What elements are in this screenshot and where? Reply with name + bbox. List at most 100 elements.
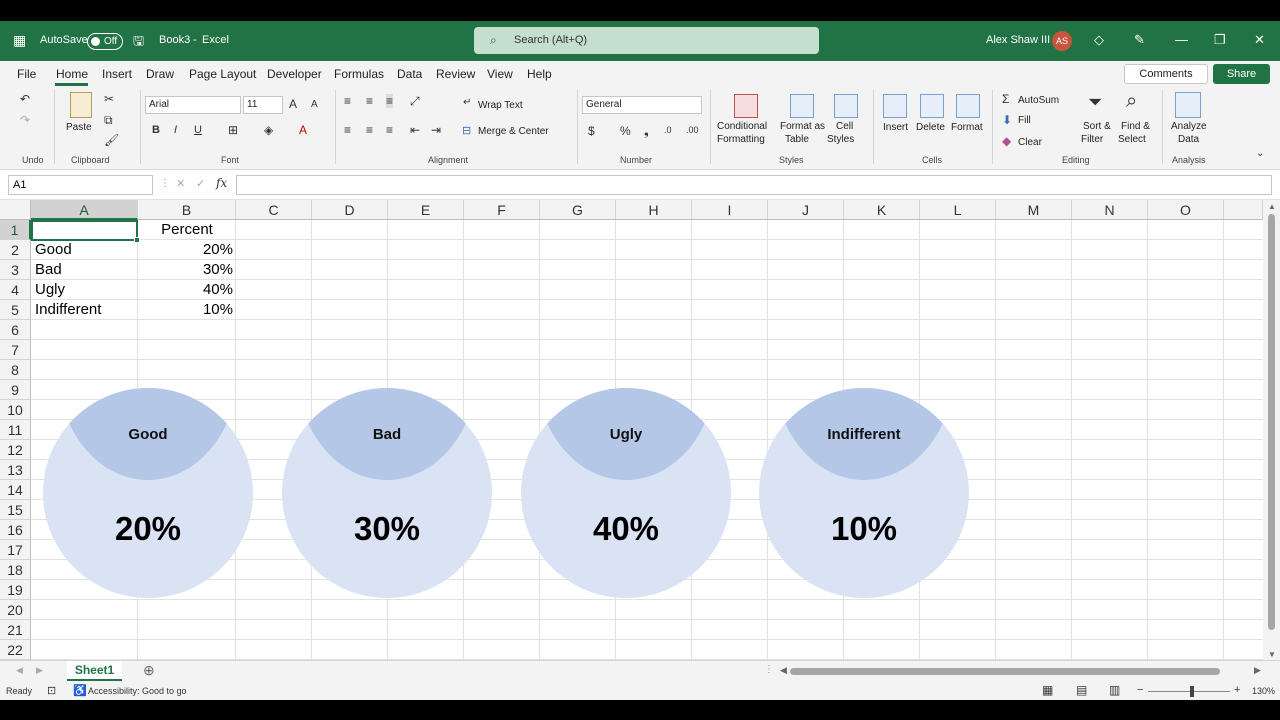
analyze-data-icon[interactable] <box>1175 92 1201 118</box>
splitter-icon[interactable]: ⋮ <box>764 664 774 675</box>
tab-help[interactable]: Help <box>527 67 552 81</box>
macro-record-icon[interactable]: ⊡ <box>47 684 56 697</box>
circle-shape-ugly[interactable]: Ugly 40% <box>521 388 731 598</box>
insert-cells-button[interactable]: Insert <box>883 121 908 134</box>
scroll-down-icon[interactable]: ▼ <box>1268 650 1276 659</box>
sheet-tab-sheet1[interactable]: Sheet1 <box>67 661 122 681</box>
tab-page-layout[interactable]: Page Layout <box>189 67 256 81</box>
currency-icon[interactable]: $ <box>588 124 595 138</box>
zoom-out-icon[interactable]: − <box>1137 684 1143 696</box>
row-header-2[interactable]: 2 <box>0 240 31 260</box>
column-header-k[interactable]: K <box>844 200 920 220</box>
cell-a5[interactable]: Indifferent <box>35 300 135 320</box>
tab-formulas[interactable]: Formulas <box>334 67 384 81</box>
column-header-c[interactable]: C <box>236 200 312 220</box>
decrease-decimal-icon[interactable]: .00 <box>686 125 699 135</box>
undo-icon[interactable]: ↶ <box>20 92 30 106</box>
tab-draw[interactable]: Draw <box>146 67 174 81</box>
orientation-icon[interactable]: ⤢ <box>410 94 420 109</box>
conditional-formatting-icon[interactable] <box>734 94 758 118</box>
row-header-1[interactable]: 1 <box>0 220 31 240</box>
sort-filter-label-1[interactable]: Sort & <box>1083 120 1111 133</box>
name-box[interactable]: A1 <box>8 175 153 195</box>
column-header-f[interactable]: F <box>464 200 540 220</box>
row-header-19[interactable]: 19 <box>0 580 31 600</box>
circle-shape-good[interactable]: Good 20% <box>43 388 253 598</box>
row-header-6[interactable]: 6 <box>0 320 31 340</box>
percent-icon[interactable]: % <box>620 124 631 138</box>
scroll-left-icon[interactable]: ◀ <box>780 665 787 676</box>
scroll-up-icon[interactable]: ▲ <box>1268 202 1276 211</box>
cell-b2[interactable]: 20% <box>138 240 233 260</box>
increase-decimal-icon[interactable]: .0 <box>664 125 672 135</box>
zoom-slider[interactable] <box>1148 691 1230 692</box>
format-cells-button[interactable]: Format <box>951 121 983 134</box>
increase-indent-icon[interactable]: ⇥ <box>431 123 441 137</box>
column-header-i[interactable]: I <box>692 200 768 220</box>
fill-handle[interactable] <box>134 237 140 243</box>
font-name-select[interactable]: Arial <box>145 96 241 114</box>
autosum-button[interactable]: AutoSum <box>1018 94 1059 107</box>
column-header-o[interactable]: O <box>1148 200 1224 220</box>
tab-file[interactable]: File <box>17 67 36 81</box>
cancel-icon[interactable]: ✕ <box>176 177 185 190</box>
align-top-icon[interactable]: ≡ <box>344 94 351 108</box>
bold-icon[interactable]: B <box>152 124 160 136</box>
fill-button[interactable]: Fill <box>1018 114 1031 127</box>
tab-data[interactable]: Data <box>397 67 422 81</box>
copy-icon[interactable]: ⧉ <box>104 113 113 128</box>
collapse-ribbon-icon[interactable]: ⌄ <box>1256 148 1264 159</box>
row-header-3[interactable]: 3 <box>0 260 31 280</box>
column-header-h[interactable]: H <box>616 200 692 220</box>
row-header-15[interactable]: 15 <box>0 500 31 520</box>
circle-shape-indifferent[interactable]: Indifferent 10% <box>759 388 969 598</box>
column-header-m[interactable]: M <box>996 200 1072 220</box>
cell-b1[interactable]: Percent <box>138 220 236 240</box>
zoom-in-icon[interactable]: + <box>1234 684 1240 696</box>
insert-function-icon[interactable]: fx <box>216 176 227 190</box>
analyze-data-label-1[interactable]: Analyze <box>1171 120 1207 133</box>
formula-input[interactable] <box>236 175 1272 195</box>
delete-cells-icon[interactable] <box>920 94 944 118</box>
cell-a3[interactable]: Bad <box>35 260 135 280</box>
format-as-table-label-2[interactable]: Table <box>785 133 809 146</box>
row-header-17[interactable]: 17 <box>0 540 31 560</box>
row-header-16[interactable]: 16 <box>0 520 31 540</box>
row-header-5[interactable]: 5 <box>0 300 31 320</box>
row-header-11[interactable]: 11 <box>0 420 31 440</box>
save-icon[interactable]: 🖫 <box>133 32 144 54</box>
paste-icon[interactable] <box>70 92 92 118</box>
decrease-font-icon[interactable]: A <box>311 99 318 110</box>
find-select-icon[interactable]: ⌕ <box>1126 90 1137 113</box>
find-select-label-1[interactable]: Find & <box>1121 120 1150 133</box>
tab-home[interactable]: Home <box>56 67 88 81</box>
row-header-13[interactable]: 13 <box>0 460 31 480</box>
normal-view-icon[interactable]: ▦ <box>1042 683 1053 697</box>
circle-shape-bad[interactable]: Bad 30% <box>282 388 492 598</box>
row-header-4[interactable]: 4 <box>0 280 31 300</box>
prev-sheet-icon[interactable]: ◀ <box>16 665 23 676</box>
tab-review[interactable]: Review <box>436 67 475 81</box>
sort-filter-icon[interactable]: ⏷ <box>1088 92 1102 113</box>
row-header-12[interactable]: 12 <box>0 440 31 460</box>
tab-developer[interactable]: Developer <box>267 67 322 81</box>
align-right-icon[interactable]: ≡ <box>386 123 393 137</box>
vertical-scrollbar[interactable]: ▲ ▼ <box>1263 200 1280 660</box>
align-left-icon[interactable]: ≡ <box>344 123 351 137</box>
minimize-icon[interactable]: — <box>1175 32 1188 47</box>
delete-cells-button[interactable]: Delete <box>916 121 945 134</box>
increase-font-icon[interactable]: A <box>289 97 297 111</box>
horizontal-scroll-thumb[interactable] <box>790 668 1220 675</box>
row-header-14[interactable]: 14 <box>0 480 31 500</box>
tab-view[interactable]: View <box>487 67 513 81</box>
font-color-icon[interactable]: A <box>299 123 307 137</box>
row-header-8[interactable]: 8 <box>0 360 31 380</box>
avatar[interactable]: AS <box>1052 31 1072 51</box>
restore-icon[interactable]: ❐ <box>1214 32 1226 48</box>
find-select-label-2[interactable]: Select <box>1118 133 1146 146</box>
borders-icon[interactable]: ⊞ <box>228 123 238 137</box>
accessibility-status[interactable]: Accessibility: Good to go <box>88 686 187 696</box>
page-layout-view-icon[interactable]: ▤ <box>1076 683 1087 697</box>
row-header-18[interactable]: 18 <box>0 560 31 580</box>
row-header-21[interactable]: 21 <box>0 620 31 640</box>
